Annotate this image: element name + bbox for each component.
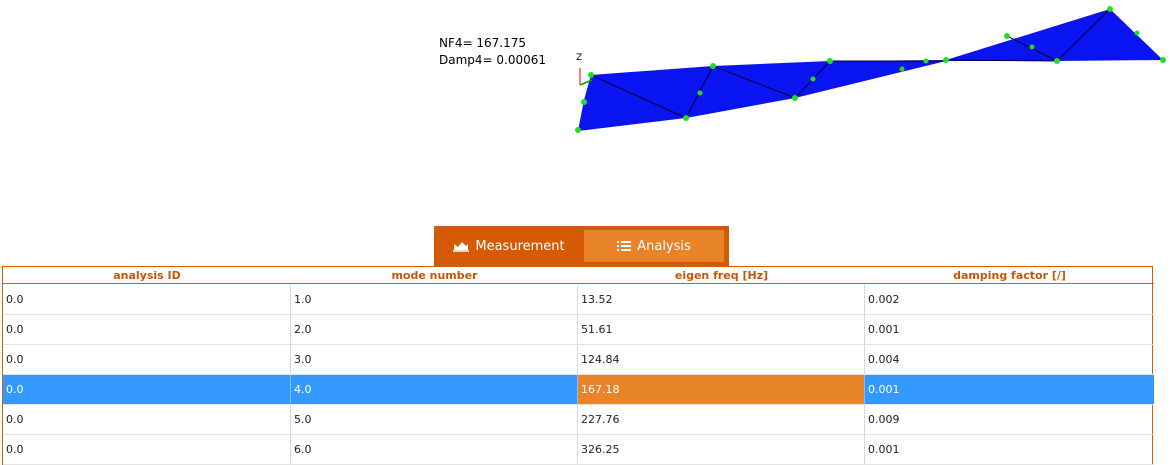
cell-analysis-id: 0.0 — [3, 345, 291, 374]
table-row[interactable]: 0.0 3.0 124.84 0.004 — [3, 345, 1154, 375]
cell-damping-factor: 0.009 — [868, 413, 900, 426]
column-header-analysis-id[interactable]: analysis ID — [3, 267, 291, 284]
cell-analysis-id: 0.0 — [3, 405, 291, 434]
column-header-mode-number[interactable]: mode number — [291, 267, 578, 284]
cell-eigen-freq: 326.25 — [578, 435, 865, 464]
axis-z-label: Z — [576, 53, 583, 63]
cell-eigen-freq: 13.52 — [578, 285, 865, 314]
table-header: analysis ID mode number eigen freq [Hz] … — [3, 267, 1154, 284]
cell-analysis-id: 0.0 — [3, 375, 291, 404]
cell-eigen-freq: 124.84 — [578, 345, 865, 374]
cell-damping-factor: 0.001 — [868, 383, 900, 396]
cell-mode-number: 3.0 — [291, 345, 578, 374]
tab-analysis-label: Analysis — [637, 238, 691, 254]
mode-shape-viewport[interactable]: NF4= 167.175 Damp4= 0.00061 Z — [0, 0, 1174, 225]
cell-analysis-id: 0.0 — [3, 315, 291, 344]
table-row[interactable]: 0.0 2.0 51.61 0.001 — [3, 315, 1154, 345]
cell-mode-number: 2.0 — [291, 315, 578, 344]
cell-analysis-id: 0.0 — [3, 435, 291, 464]
damping-text: Damp4= 0.00061 — [439, 53, 547, 67]
table-row-selected[interactable]: 0.0 4.0 167.18 0.001 — [3, 375, 1154, 405]
mode-shape-mesh — [575, 6, 1166, 133]
cell-mode-number: 6.0 — [291, 435, 578, 464]
cell-mode-number: 4.0 — [291, 375, 578, 404]
tab-measurement-label: Measurement — [475, 238, 565, 254]
tab-analysis[interactable]: Analysis — [584, 230, 724, 262]
cell-eigen-freq-highlighted: 167.18 — [578, 375, 865, 404]
mesh-face — [578, 9, 1163, 131]
view-tab-bar: Measurement Analysis — [434, 226, 729, 266]
cell-damping-factor: 0.001 — [868, 323, 900, 336]
area-chart-icon — [453, 242, 470, 252]
list-icon — [617, 241, 632, 251]
cell-damping-factor: 0.002 — [868, 293, 900, 306]
cell-damping-factor: 0.004 — [868, 353, 900, 366]
natural-frequency-text: NF4= 167.175 — [439, 36, 527, 50]
column-header-eigen-freq[interactable]: eigen freq [Hz] — [578, 267, 865, 284]
cell-eigen-freq: 51.61 — [578, 315, 865, 344]
cell-analysis-id: 0.0 — [3, 285, 291, 314]
table-row[interactable]: 0.0 6.0 326.25 0.001 — [3, 435, 1154, 465]
column-header-damping-factor[interactable]: damping factor [/] — [865, 267, 1154, 284]
cell-eigen-freq: 227.76 — [578, 405, 865, 434]
table-row[interactable]: 0.0 5.0 227.76 0.009 — [3, 405, 1154, 435]
modes-table: analysis ID mode number eigen freq [Hz] … — [2, 266, 1154, 465]
cell-damping-factor: 0.001 — [868, 443, 900, 456]
table-row[interactable]: 0.0 1.0 13.52 0.002 — [3, 285, 1154, 315]
mode-readout: NF4= 167.175 Damp4= 0.00061 — [439, 35, 546, 69]
cell-mode-number: 1.0 — [291, 285, 578, 314]
cell-mode-number: 5.0 — [291, 405, 578, 434]
tab-measurement[interactable]: Measurement — [439, 230, 579, 262]
